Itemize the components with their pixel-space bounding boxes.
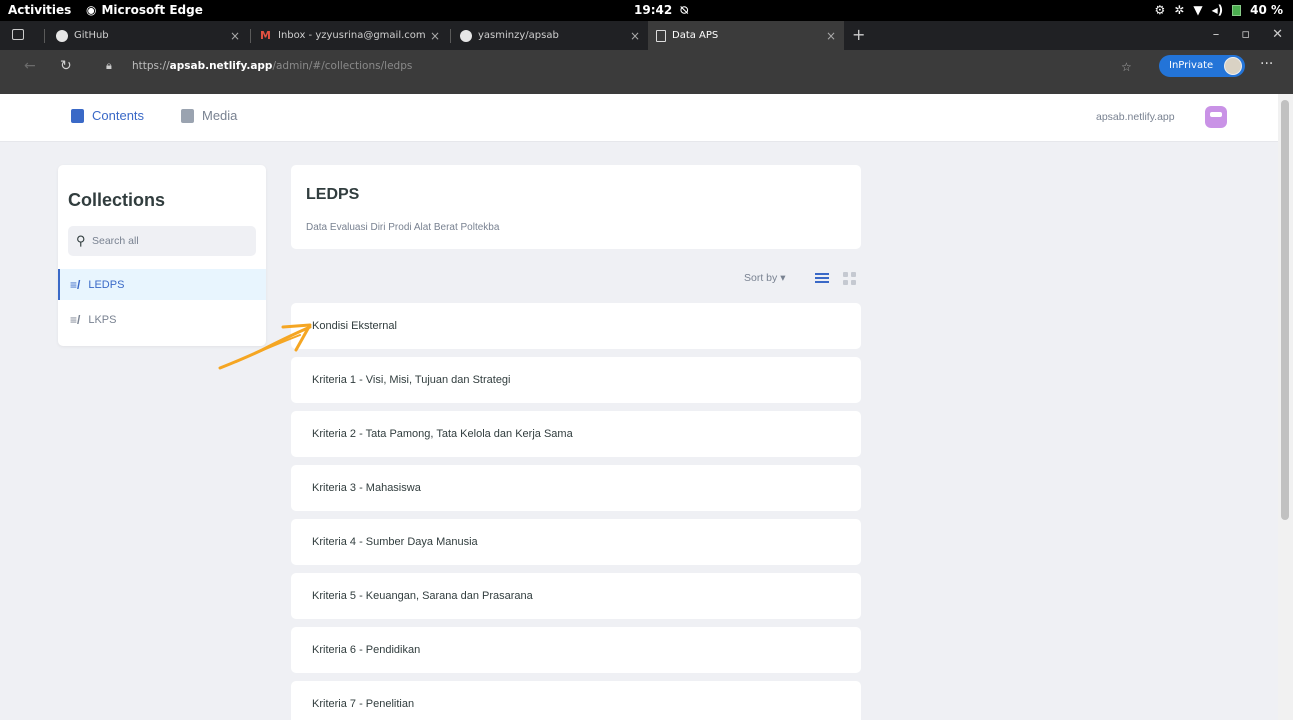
annotation-arrow: [218, 323, 312, 370]
